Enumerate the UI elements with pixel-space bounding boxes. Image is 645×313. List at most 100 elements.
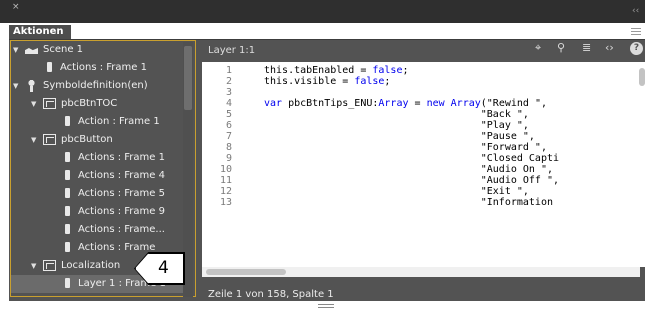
code-text: "Forward ", [264,142,547,153]
code-editor[interactable]: 1 this.tabEnabled = false; 2 this.visible =… [202,62,640,267]
line-number: 6 [225,120,232,131]
code-line[interactable]: 13 "Information [202,197,640,208]
scene-icon [25,48,38,54]
line-number: 5 [225,109,232,120]
line-number: 3 [225,87,232,98]
tree-item-label: Actions : Frame... [78,224,165,235]
script-icon [65,170,70,180]
navigator-scroll-thumb[interactable] [184,46,192,110]
line-number: 12 [219,186,232,197]
code-line[interactable]: 10 "Audio On ", [202,164,640,175]
editor-title: Layer 1:1 [208,45,256,56]
line-number: 10 [219,164,232,175]
status-bar: Zeile 1 von 158, Spalte 1 [208,289,334,300]
close-icon[interactable]: × [12,2,20,12]
script-icon [65,116,70,126]
search-icon[interactable]: ⚲ [557,41,565,55]
tree-item-label: Action : Frame 1 [78,116,160,127]
tree-item-label: pbcBtnExit [61,293,115,296]
format-icon[interactable]: ≣ [582,41,591,55]
code-line[interactable]: 9 "Closed Capti [202,153,640,164]
code-line[interactable]: 12 "Exit ", [202,186,640,197]
code-text: var pbcBtnTips_ENU:Array = new Array("Re… [264,98,547,109]
code-text: "Exit ", [264,186,529,197]
tree-item[interactable]: Actions : Frame 9 [11,203,183,221]
tree-item[interactable]: Actions : Frame 5 [11,185,183,203]
code-line[interactable]: 3 [202,87,640,98]
tree-item[interactable]: ▼ pbcBtnTOC [11,95,183,113]
expand-triangle-icon[interactable]: ▼ [13,41,21,59]
code-line[interactable]: 11 "Audio Off ", [202,175,640,186]
line-number: 4 [225,98,232,109]
line-number: 2 [225,76,232,87]
tab-aktionen[interactable]: Aktionen [9,25,71,39]
tree-item-label: pbcBtnTOC [61,98,118,109]
help-icon[interactable]: ? [630,42,643,55]
editor-header [200,40,645,62]
code-line[interactable]: 4 var pbcBtnTips_ENU:Array = new Array("R… [202,98,640,109]
tree-item[interactable]: Actions : Frame... [11,221,183,239]
line-number: 13 [219,197,232,208]
script-icon [65,242,70,252]
expand-triangle-icon[interactable]: ▼ [31,131,39,149]
tree-item[interactable]: ▼ Scene 1 [11,41,183,59]
expand-triangle-icon[interactable]: ▼ [13,77,21,95]
resize-grip-icon[interactable] [318,304,334,308]
code-text: "Pause ", [264,131,535,142]
code-text: this.visible = false; [264,76,391,87]
code-line[interactable]: 2 this.visible = false; [202,76,640,87]
expand-triangle-icon[interactable]: ▼ [31,95,39,113]
script-icon [65,224,70,234]
code-snippet-icon[interactable]: ‹› [605,41,614,55]
code-line[interactable]: 5 "Back ", [202,109,640,120]
tree-item[interactable]: ▼ pbcBtnExit [11,293,183,297]
movieclip-icon [43,296,56,297]
line-number: 11 [219,175,232,186]
tree-item-label: Actions : Frame [78,242,156,253]
code-text: this.tabEnabled = false; [264,65,409,76]
line-number: 1 [225,65,232,76]
tree-item[interactable]: Actions : Frame 4 [11,167,183,185]
movieclip-icon [43,260,56,271]
code-line[interactable]: 8 "Forward ", [202,142,640,153]
tree-item[interactable]: ▼ Symboldefinition(en) [11,77,183,95]
collapse-panel-icon[interactable]: ‹‹ [632,6,639,16]
script-icon [65,206,70,216]
tree-item[interactable]: Actions : Frame 1 [11,59,183,77]
panel-titlebar [0,0,645,23]
code-text: "Back ", [264,109,529,120]
target-icon[interactable]: ⌖ [535,41,541,55]
tree-item[interactable]: ▼ pbcButton [11,131,183,149]
movieclip-icon [43,134,56,145]
editor-vertical-scroll-thumb[interactable] [639,68,645,86]
line-number: 7 [225,131,232,142]
tree-item-label: Actions : Frame 4 [78,170,165,181]
tree-item-label: pbcButton [61,134,113,145]
movieclip-icon [43,98,56,109]
code-text: "Closed Capti [264,153,560,164]
tree-item-label: Localization [61,260,121,271]
callout-number: 4 [158,258,169,278]
tree-item[interactable]: Action : Frame 1 [11,113,183,131]
line-number: 9 [225,153,232,164]
tree-item-label: Actions : Frame 1 [60,62,147,73]
tree-item-label: Actions : Frame 9 [78,206,165,217]
editor-horizontal-scroll-thumb[interactable] [206,269,286,275]
tree-item[interactable]: Actions : Frame 1 [11,149,183,167]
code-line[interactable]: 6 "Play ", [202,120,640,131]
symbol-icon [25,80,38,92]
editor-vertical-scrollbar[interactable] [639,62,645,267]
code-text: "Audio Off ", [264,175,560,186]
tree-item-label: Scene 1 [43,44,84,55]
panel-menu-icon[interactable] [631,28,641,38]
expand-triangle-icon[interactable]: ▼ [31,293,39,296]
code-text: "Information [264,197,553,208]
expand-triangle-icon[interactable]: ▼ [31,257,39,275]
tree-item-label: Symboldefinition(en) [43,80,148,91]
code-text: "Audio On ", [264,164,553,175]
code-line[interactable]: 7 "Pause ", [202,131,640,142]
script-icon [65,278,70,288]
tree-item-label: Actions : Frame 1 [78,152,165,163]
code-line[interactable]: 1 this.tabEnabled = false; [202,65,640,76]
script-icon [65,152,70,162]
